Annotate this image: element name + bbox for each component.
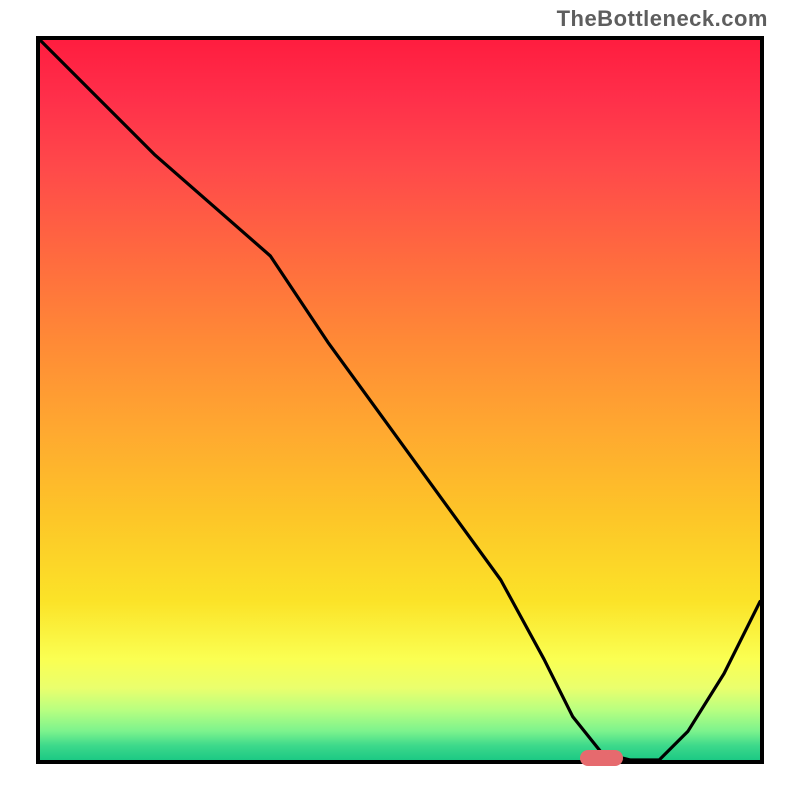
watermark-text: TheBottleneck.com: [557, 6, 768, 32]
optimal-marker: [580, 750, 623, 766]
chart-container: TheBottleneck.com: [0, 0, 800, 800]
plot-area: [36, 36, 764, 764]
bottleneck-curve: [40, 40, 760, 760]
